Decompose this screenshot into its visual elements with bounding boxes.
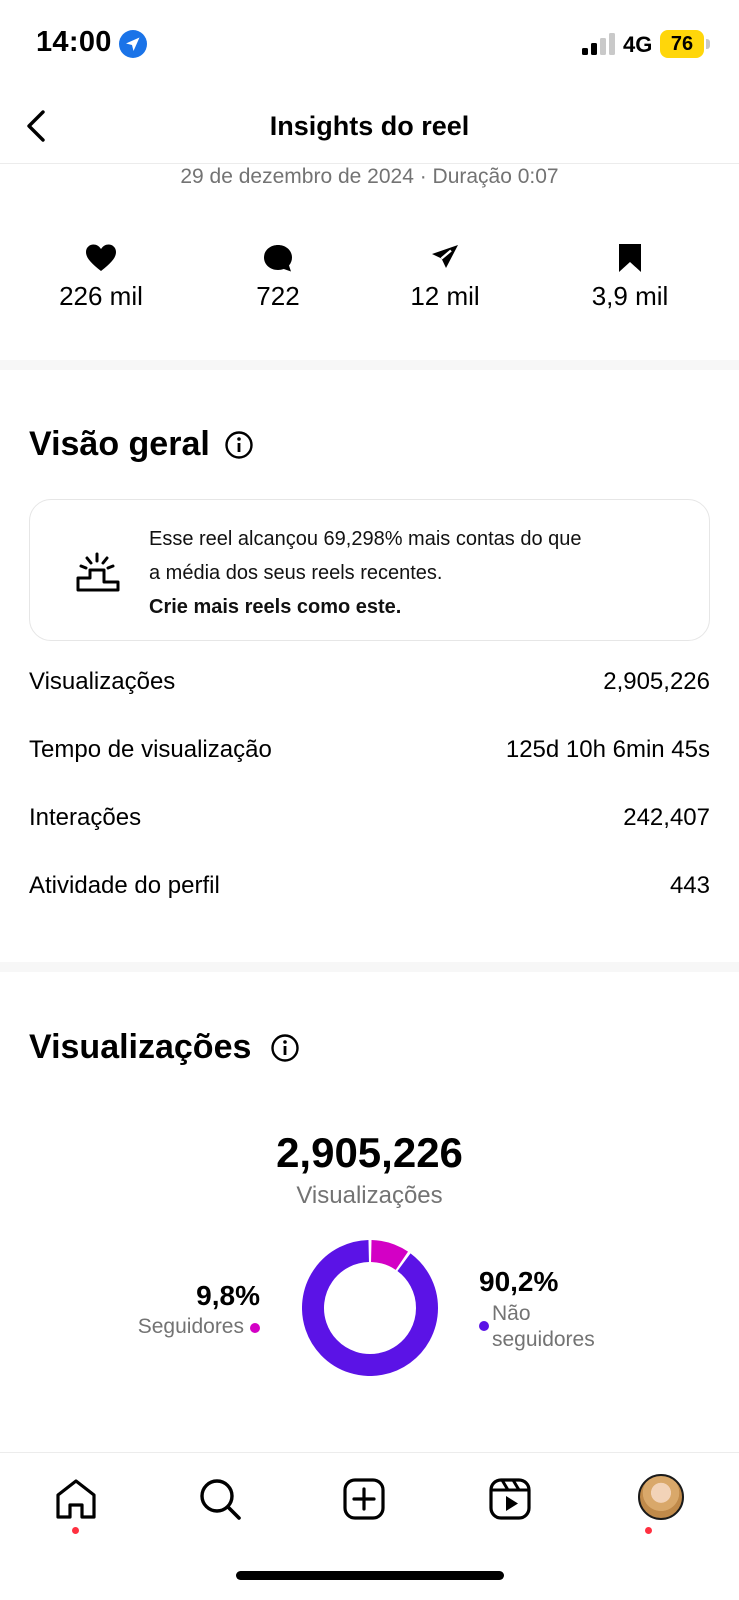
status-bar: 14:00 4G 76 — [0, 0, 739, 90]
bottom-navigation — [0, 1452, 739, 1552]
comments-count: 722 — [256, 281, 300, 311]
metric-value: 125d 10h 6min 45s — [505, 736, 710, 763]
signal-icon — [582, 33, 615, 55]
reels-icon[interactable] — [486, 1475, 534, 1523]
heart-icon — [86, 244, 116, 271]
non-followers-legend-dot — [479, 1321, 489, 1331]
metric-row-views: Visualizações 2,905,226 — [29, 668, 710, 708]
metric-label: Visualizações — [29, 668, 176, 695]
home-notification-dot — [72, 1527, 79, 1534]
shares-count: 12 mil — [410, 281, 480, 311]
highlight-line-1: Esse reel alcançou 69,298% mais contas d… — [149, 528, 582, 550]
saves-count: 3,9 mil — [591, 281, 669, 311]
podium-icon — [76, 552, 120, 592]
non-followers-percentage: 90,2% — [479, 1266, 559, 1297]
metric-row-watch-time: Tempo de visualização 125d 10h 6min 45s — [29, 736, 710, 776]
metric-value: 443 — [669, 872, 710, 899]
comments-stat: 722 — [198, 243, 358, 312]
metric-label: Interações — [29, 804, 142, 831]
metric-row-interactions: Interações 242,407 — [29, 804, 710, 844]
followers-legend-dot — [250, 1323, 260, 1333]
section-divider — [0, 962, 739, 972]
battery-tip — [706, 39, 710, 49]
highlight-line-2: a média dos seus reels recentes. — [149, 562, 443, 584]
metric-value: 2,905,226 — [603, 668, 710, 695]
share-icon — [432, 245, 458, 268]
location-arrow-icon — [119, 30, 147, 58]
highlight-cta: Crie mais reels como este. — [149, 596, 402, 618]
highlight-text: Esse reel alcançou 69,298% mais contas d… — [149, 522, 689, 624]
metric-label: Tempo de visualização — [29, 736, 272, 763]
metric-row-profile-activity: Atividade do perfil 443 — [29, 872, 710, 912]
views-total: 2,905,226 — [276, 1129, 463, 1176]
battery-level: 76 — [660, 30, 704, 58]
page-header: Insights do reel — [0, 92, 739, 164]
shares-stat: 12 mil — [365, 243, 525, 312]
performance-highlight-card[interactable]: Esse reel alcançou 69,298% mais contas d… — [29, 499, 710, 641]
saves-stat: 3,9 mil — [550, 243, 710, 312]
reel-date-duration: 29 de dezembro de 2024 · Duração 0:07 — [180, 165, 559, 188]
page-title: Insights do reel — [269, 111, 470, 141]
views-caption: Visualizações — [296, 1182, 443, 1209]
info-icon[interactable] — [270, 1033, 300, 1063]
followers-label: Seguidores — [137, 1315, 244, 1338]
views-donut-chart — [302, 1240, 438, 1376]
comment-icon — [264, 245, 292, 272]
network-type: 4G — [623, 32, 653, 57]
likes-count: 226 mil — [59, 281, 143, 311]
views-title: Visualizações — [29, 1028, 252, 1066]
donut-slice-followers — [370, 1240, 409, 1271]
overview-title: Visão geral — [29, 425, 210, 463]
status-time: 14:00 — [36, 26, 112, 58]
non-followers-label: Não seguidores — [492, 1302, 595, 1351]
home-icon[interactable] — [52, 1475, 100, 1523]
metric-label: Atividade do perfil — [29, 872, 220, 899]
bookmark-icon — [619, 244, 641, 272]
metric-value: 242,407 — [623, 804, 710, 831]
section-divider — [0, 360, 739, 370]
home-indicator — [236, 1571, 504, 1580]
create-icon[interactable] — [340, 1475, 388, 1523]
donut-slice-non-followers — [302, 1240, 438, 1376]
engagement-stats: 226 mil 722 12 mil 3,9 mil — [0, 243, 739, 333]
profile-avatar[interactable] — [638, 1474, 684, 1520]
likes-stat: 226 mil — [21, 243, 181, 312]
profile-notification-dot — [645, 1527, 652, 1534]
followers-percentage: 9,8% — [196, 1280, 260, 1311]
info-icon[interactable] — [224, 430, 254, 460]
search-icon[interactable] — [196, 1475, 244, 1523]
